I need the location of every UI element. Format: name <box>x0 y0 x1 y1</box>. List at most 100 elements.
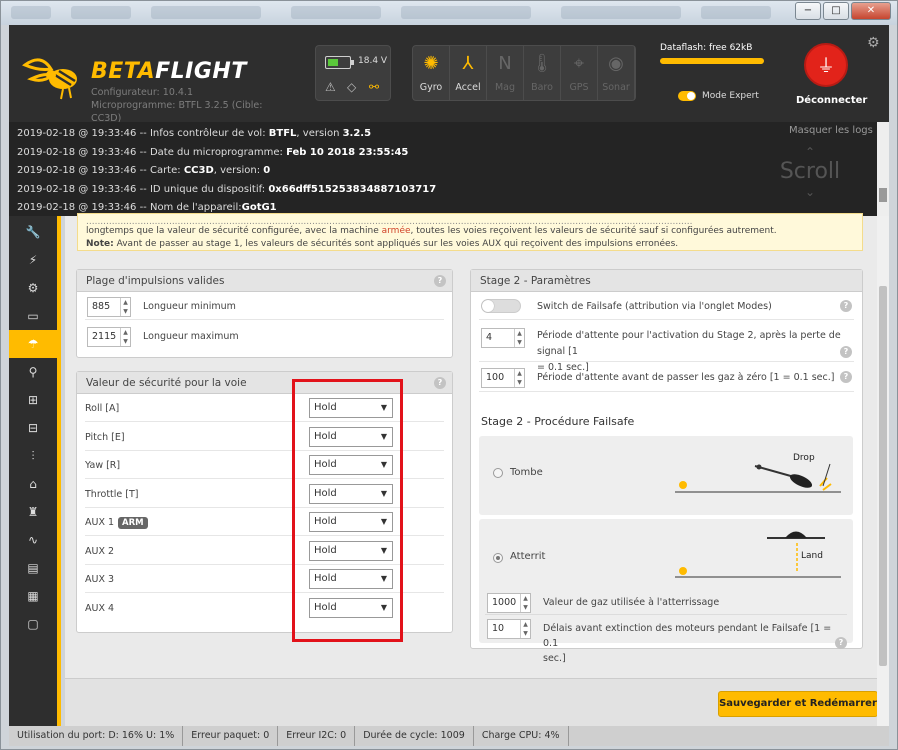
status-bar: Utilisation du port: D: 16% U: 1% Erreur … <box>9 726 889 746</box>
bee-logo <box>22 58 77 100</box>
accel-icon: ⅄ <box>462 53 474 74</box>
gear-icon[interactable]: ⚙ <box>867 35 880 51</box>
minimize-button[interactable]: − <box>795 2 821 20</box>
sensor-mag: N Mag <box>487 46 524 100</box>
nav-settings-icon[interactable]: ⚙ <box>9 274 57 302</box>
save-reboot-button[interactable]: Sauvegarder et Redémarrer <box>718 691 878 717</box>
dataflash-status: Dataflash: free 62kB <box>660 43 768 73</box>
sensor-accel: ⅄ Accel <box>450 46 487 100</box>
diamond-icon: ◇ <box>347 80 357 94</box>
dataflash-bar <box>660 58 764 64</box>
warning-icon: ⚠ <box>325 80 336 94</box>
min-length-row: 885 ▲ ▼ Longueur minimum <box>85 292 444 320</box>
disconnect-button[interactable]: ⏚ Déconnecter <box>796 43 867 106</box>
procedure-title: Stage 2 - Procédure Failsafe <box>481 415 635 428</box>
nav-osd-icon[interactable]: ▤ <box>9 554 57 582</box>
nav-cli-icon[interactable]: ▢ <box>9 610 57 638</box>
failsafe-note: ........................................… <box>77 213 863 251</box>
max-length-input[interactable]: 2115 ▲ ▼ <box>87 327 131 347</box>
min-length-input[interactable]: 885 ▲ ▼ <box>87 297 131 317</box>
log-line: 2019-02-18 @ 19:33:46 -- Infos contrôleu… <box>17 128 372 139</box>
stage2-panel: Stage 2 - Paramètres Switch de Failsafe … <box>470 269 863 664</box>
battery-voltage: 18.4 V <box>358 56 388 66</box>
nav-tuning-icon[interactable]: ∿ <box>9 526 57 554</box>
brand-wordmark: BETAFLIGHT <box>91 59 247 84</box>
annotation-highlight <box>292 379 403 642</box>
close-button[interactable]: ✕ <box>851 2 891 20</box>
pulse-range-panel: Plage d'impulsions valides ? 885 ▲ ▼ Longu… <box>76 269 453 358</box>
help-icon[interactable]: ? <box>840 300 852 312</box>
log-scrollbar[interactable] <box>877 122 889 216</box>
stage2-title: Stage 2 - Paramètres <box>471 270 862 292</box>
help-icon[interactable]: ? <box>434 377 446 389</box>
scroll-indicator: ⌃ Scroll ⌄ <box>779 145 841 199</box>
nav-receiver-icon[interactable]: ▭ <box>9 302 57 330</box>
log-line: 2019-02-18 @ 19:33:46 -- ID unique du di… <box>17 183 437 195</box>
sensor-sonar: ◉ Sonar <box>598 46 635 100</box>
sonar-icon: ◉ <box>608 53 624 74</box>
land-throttle-input[interactable]: 1000 ▲ ▼ <box>487 593 531 613</box>
status-item: Erreur I2C: 0 <box>278 726 356 746</box>
stage2-delay-input[interactable]: 4 ▲ ▼ <box>481 328 525 348</box>
land-throttle-row: 1000 ▲ ▼ Valeur de gaz utilisée à l'atterr… <box>485 591 847 615</box>
sidebar: 🔧 ⚡ ⚙ ▭ ☂ ⚲ ⊞ ⊟ ⫶ ⌂ ♜ ∿ ▤ ▦ ▢ <box>9 216 61 726</box>
status-item: Charge CPU: 4% <box>474 726 569 746</box>
throttle-delay-row: 100 ▲ ▼ Période d'attente avant de passer … <box>479 364 854 392</box>
land-option[interactable]: Atterrit Land 1000 ▲ ▼ Valeur de gaz utili… <box>479 519 853 664</box>
status-item: Utilisation du port: D: 16% U: 1% <box>9 726 184 746</box>
nav-failsafe-icon[interactable]: ☂ <box>9 330 57 358</box>
failsafe-switch[interactable] <box>481 299 521 313</box>
link-icon: ⚯ <box>369 80 380 94</box>
motor-delay-row: 10 ▲ ▼ Délais avant extinction des moteurs… <box>485 617 847 664</box>
hide-logs-link[interactable]: Masquer les logs <box>789 125 873 136</box>
status-item: Durée de cycle: 1009 <box>355 726 474 746</box>
sensor-gyro: ✺ Gyro <box>413 46 450 100</box>
throttle-delay-input[interactable]: 100 ▲ ▼ <box>481 368 525 388</box>
failsafe-tab: ........................................… <box>65 213 878 726</box>
title-bar: − □ ✕ <box>1 1 897 25</box>
pulse-range-title: Plage d'impulsions valides <box>77 270 452 292</box>
help-icon[interactable]: ? <box>840 346 852 358</box>
gyro-icon: ✺ <box>423 53 439 74</box>
drop-option[interactable]: Tombe Drop <box>479 436 853 515</box>
nav-led-icon[interactable]: ⌂ <box>9 470 57 498</box>
content-scrollbar[interactable] <box>877 216 889 726</box>
maximize-button[interactable]: □ <box>823 2 849 20</box>
log-console: Masquer les logs ⌃ Scroll ⌄ 2019-02-18 @ 1… <box>9 122 889 216</box>
help-icon[interactable]: ? <box>835 637 847 649</box>
land-radio[interactable] <box>493 553 503 563</box>
toggle-switch[interactable] <box>678 91 696 101</box>
baro-icon: 🌡 <box>530 53 554 74</box>
expert-mode-toggle[interactable]: Mode Expert <box>678 91 759 101</box>
gps-icon: ⌖ <box>573 53 585 74</box>
sensor-baro: 🌡 Baro <box>524 46 561 100</box>
arm-badge: ARM <box>118 517 148 529</box>
nav-motors-icon[interactable]: ⊞ <box>9 386 57 414</box>
nav-adjustments-icon[interactable]: ⫶ <box>9 442 57 470</box>
nav-power-icon[interactable]: ⚡ <box>9 246 57 274</box>
nav-configuration-icon[interactable]: 🔧 <box>9 218 57 246</box>
mag-icon: N <box>498 53 512 74</box>
land-diagram-icon <box>675 531 841 578</box>
sensor-status: ✺ Gyro ⅄ Accel N Mag 🌡 Baro ⌖ GPS ◉ Sonar <box>412 45 636 101</box>
max-length-row: 2115 ▲ ▼ Longueur maximum <box>85 322 444 350</box>
nav-servos-icon[interactable]: ⊟ <box>9 414 57 442</box>
stage2-delay-row: 4 ▲ ▼ Période d'attente pour l'activation … <box>479 322 854 373</box>
motor-delay-input[interactable]: 10 ▲ ▼ <box>487 619 531 639</box>
firmware-version: Microprogramme: BTFL 3.2.5 (Cible: <box>91 100 263 111</box>
configurator-version: Configurateur: 10.4.1 <box>91 87 193 98</box>
drop-diagram-icon <box>675 463 841 493</box>
drop-radio[interactable] <box>493 468 503 478</box>
status-item: Erreur paquet: 0 <box>183 726 279 746</box>
sensor-gps: ⌖ GPS <box>561 46 598 100</box>
nav-blackbox-icon[interactable]: ▦ <box>9 582 57 610</box>
help-icon[interactable]: ? <box>840 371 852 383</box>
usb-icon: ⏚ <box>804 43 848 87</box>
nav-sensors-icon[interactable]: ♜ <box>9 498 57 526</box>
nav-modes-icon[interactable]: ⚲ <box>9 358 57 386</box>
app-window: − □ ✕ BETAFLIGHT Configurateur: 10.4.1 M… <box>0 0 898 750</box>
log-line: 2019-02-18 @ 19:33:46 -- Carte: CC3D, ve… <box>17 165 271 177</box>
failsafe-switch-row: Switch de Failsafe (attribution via l'on… <box>479 292 854 320</box>
help-icon[interactable]: ? <box>434 275 446 287</box>
battery-icon <box>325 56 354 69</box>
